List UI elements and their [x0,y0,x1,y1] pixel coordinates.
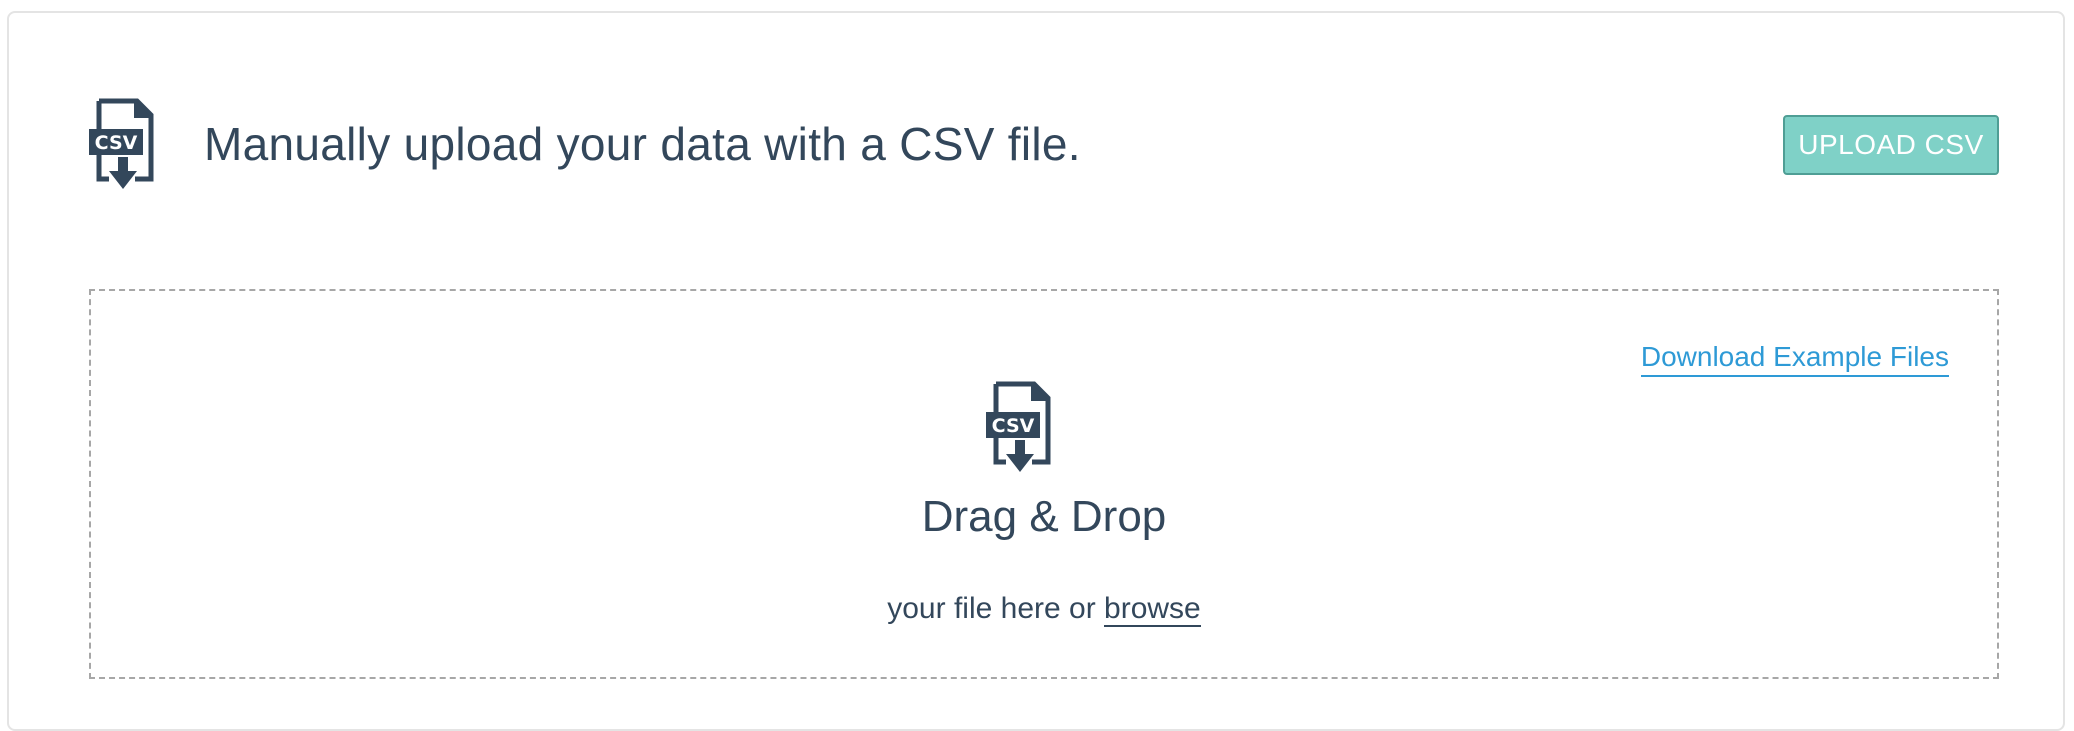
page-title: Manually upload your data with a CSV fil… [204,118,1081,170]
svg-text:CSV: CSV [95,132,138,154]
csv-file-icon: CSV [986,381,1051,472]
file-dropzone[interactable]: Download Example Files CSV Drag & Drop y… [89,289,1999,679]
browse-link[interactable]: browse [1104,592,1201,627]
upload-csv-button[interactable]: UPLOAD CSV [1783,115,1999,175]
csv-file-icon: CSV [89,98,154,189]
svg-text:CSV: CSV [992,415,1035,437]
csv-upload-card: CSV Manually upload your data with a CSV… [7,11,2065,731]
download-example-files-link[interactable]: Download Example Files [1640,339,1949,377]
dropzone-title: Drag & Drop [921,492,1167,541]
dropzone-subtitle-text: your file here or [887,592,1105,625]
dropzone-subtitle: your file here or browse [91,589,1997,629]
